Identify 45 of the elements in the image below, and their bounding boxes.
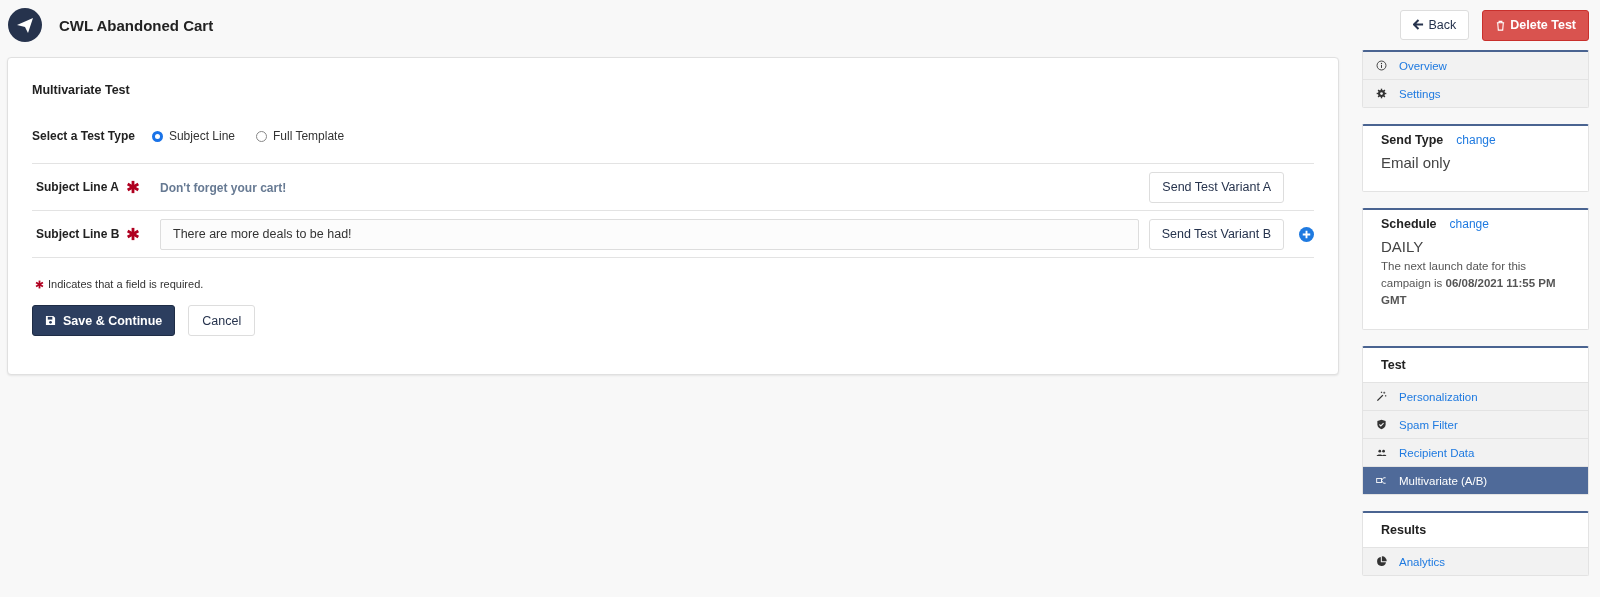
sidebar-item[interactable]: Recipient Data — [1363, 439, 1588, 467]
required-asterisk-icon — [35, 279, 44, 289]
field-label: Subject Line B — [36, 227, 120, 241]
subject-input[interactable]: There are more deals to be had! — [160, 218, 1139, 250]
required-asterisk-icon — [126, 227, 141, 241]
schedule-value: DAILY — [1381, 238, 1425, 255]
field-label: Select a Test Type — [32, 129, 135, 143]
schedule-note: The next launch date for this campaign is 06/08/2021 11:55 PM GMT — [1381, 259, 1557, 308]
panel-title: Schedule — [1381, 217, 1437, 231]
save-button[interactable]: Save & Continue — [32, 305, 176, 336]
delete-button[interactable]: Delete Test — [1482, 9, 1589, 41]
change-link[interactable]: change — [1456, 133, 1496, 147]
cancel-button[interactable]: Cancel — [188, 305, 256, 336]
required-asterisk-icon — [125, 180, 140, 194]
pie-chart-icon — [1376, 556, 1387, 567]
save-icon — [45, 315, 56, 326]
send-test-button[interactable]: Send Test Variant A — [1149, 171, 1284, 203]
required-note: Indicates that a field is required. — [48, 278, 204, 290]
page-title: CWL Abandoned Cart — [59, 16, 214, 34]
magic-wand-icon — [1376, 391, 1387, 402]
field-label: Subject Line A — [36, 180, 119, 194]
add-icon[interactable] — [1299, 226, 1314, 242]
sidebar-item[interactable]: Multivariate (A/B) — [1363, 467, 1588, 494]
radio-option[interactable]: Full Template — [256, 129, 345, 143]
paper-plane-icon — [8, 8, 42, 42]
sidebar-item[interactable]: Settings — [1363, 80, 1588, 107]
sidebar-item[interactable]: Overview — [1363, 52, 1588, 80]
form-title: Multivariate Test — [32, 83, 131, 97]
change-link[interactable]: change — [1449, 217, 1489, 231]
arrow-left-icon — [1413, 19, 1425, 30]
info-icon — [1376, 60, 1387, 71]
shield-check-icon — [1376, 419, 1387, 430]
radio-option[interactable]: Subject Line — [151, 129, 235, 143]
send-test-button[interactable]: Send Test Variant B — [1148, 218, 1284, 250]
back-button[interactable]: Back — [1400, 9, 1470, 40]
send-type-value: Email only — [1381, 154, 1452, 171]
trash-icon — [1495, 19, 1507, 31]
subject-text: Don't forget your cart! — [160, 181, 287, 195]
sidebar-item[interactable]: Spam Filter — [1363, 411, 1588, 439]
sidebar-item[interactable]: Analytics — [1363, 548, 1588, 575]
people-icon — [1376, 447, 1387, 458]
sidebar-item[interactable]: Personalization — [1363, 383, 1588, 411]
split-icon — [1376, 475, 1387, 486]
panel-title: Send Type — [1381, 133, 1444, 147]
settings-icon — [1376, 88, 1387, 99]
